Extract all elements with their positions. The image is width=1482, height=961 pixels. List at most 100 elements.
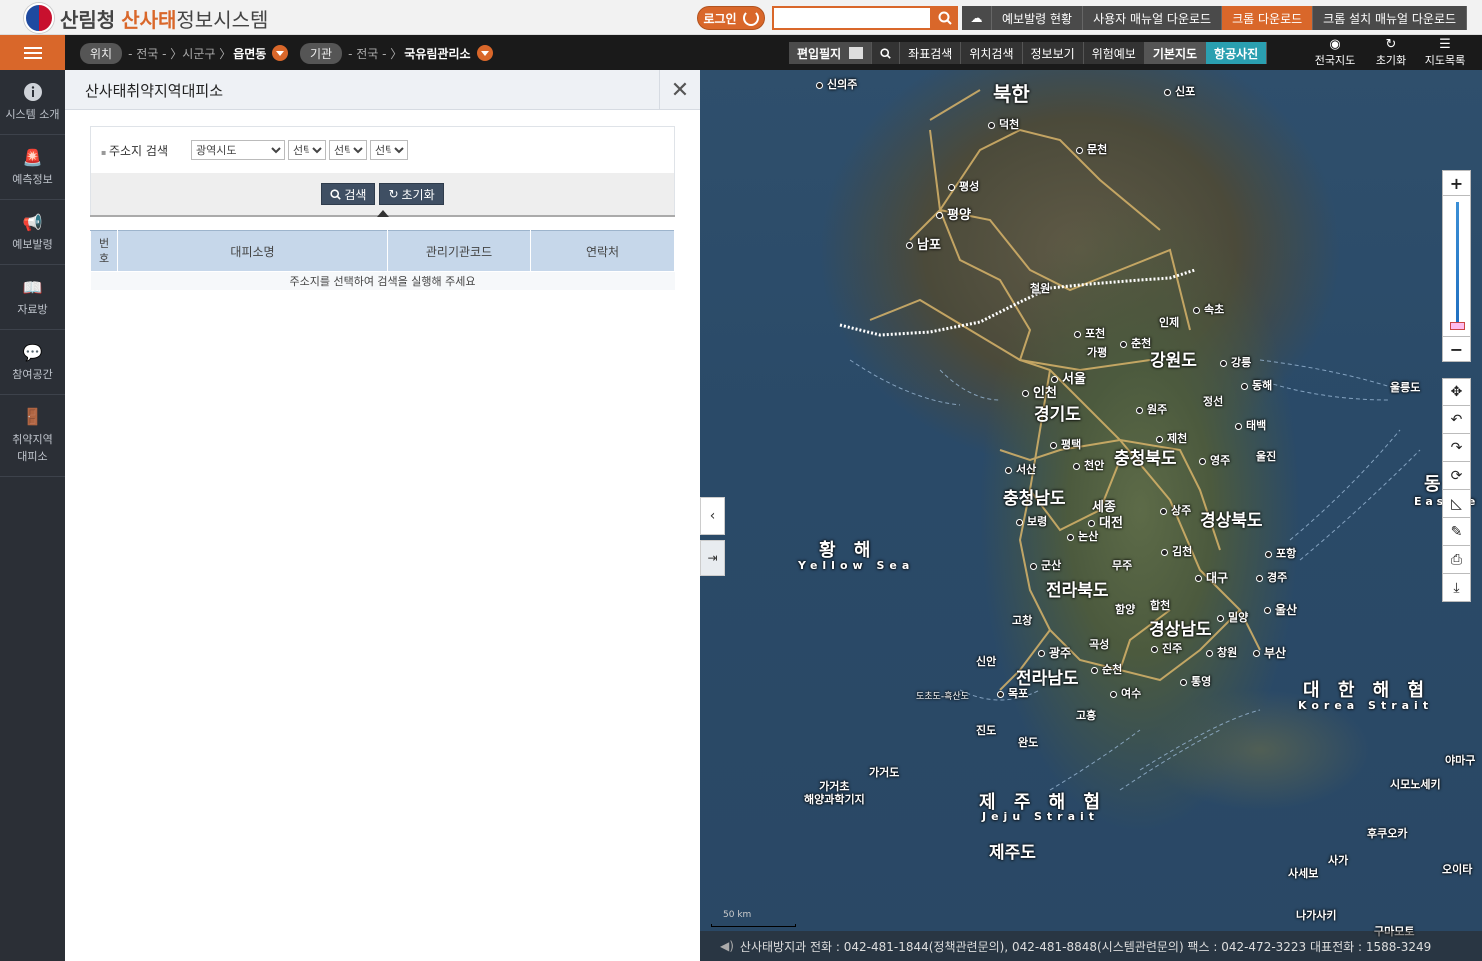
map-label: 속초 [1193, 301, 1224, 317]
sidebar-item-system-intro[interactable]: 시스템 소개 [0, 70, 65, 135]
map-label: Yellow Sea [798, 559, 915, 572]
info-view-button[interactable]: 정보보기 [1022, 42, 1084, 64]
agency-current[interactable]: 국유림관리소 [404, 45, 470, 62]
district-select[interactable]: 선택 [329, 140, 367, 160]
map-label: 통영 [1180, 673, 1211, 689]
eye-icon: ◉ [1329, 36, 1341, 52]
map-label: 포항 [1265, 545, 1296, 561]
province-select[interactable]: 광역시도 [191, 140, 285, 160]
zoom-handle[interactable] [1450, 322, 1465, 330]
col-shelter-name[interactable]: 대피소명 [117, 230, 388, 272]
tab-base-map[interactable]: 기본지도 [1144, 42, 1207, 64]
cloud-download-icon[interactable]: ☁ [962, 6, 992, 30]
aerial-map[interactable]: 신의주 북한 신포 덕천 문천 평성 평양 남포 철원 속초 인제 포천 가평 … [700, 70, 1482, 961]
map-label: 곡성 [1089, 638, 1110, 651]
menu-chrome-download[interactable]: 크롬 다운로드 [1222, 6, 1314, 30]
map-label: Korea Strait [1298, 699, 1434, 712]
map-label: 문천 [1076, 141, 1107, 157]
draw-brush-icon[interactable]: ✎ [1442, 518, 1471, 546]
speaker-icon: ◀) [720, 939, 734, 953]
zoom-out-button[interactable]: − [1442, 336, 1471, 362]
search-button[interactable] [932, 6, 958, 30]
map-label: 고흥 [1076, 709, 1097, 722]
reset-map-button[interactable]: ↻ 초기화 [1370, 35, 1412, 70]
search-buttons: 검색 ↻ 초기화 [91, 173, 674, 215]
agency-breadcrumb: 기관 - 전국 - 〉 국유림관리소 [300, 42, 493, 64]
logo[interactable]: 산림청 산사태정보시스템 [24, 3, 268, 33]
table-row: 주소지를 선택하여 검색을 실행해 주세요 [90, 271, 675, 290]
map-label: 제주도 [989, 843, 1036, 863]
magnifier-icon[interactable] [872, 42, 901, 64]
reset-button[interactable]: ↻ 초기화 [379, 183, 444, 205]
parcel-button[interactable]: 편입필지 [789, 42, 873, 64]
col-contact[interactable]: 연락처 [530, 230, 675, 272]
location-dropdown-icon[interactable] [272, 45, 289, 61]
search-input[interactable] [772, 6, 932, 30]
col-agency-code[interactable]: 관리기관코드 [387, 230, 531, 272]
close-button[interactable]: ✕ [659, 70, 700, 110]
redo-icon[interactable]: ↷ [1442, 434, 1471, 462]
col-number[interactable]: 번 호 [90, 230, 118, 272]
scale-label: 50 km [723, 910, 752, 920]
map-label: 김천 [1161, 543, 1192, 559]
address-search-label: 주소지 검색 [101, 142, 191, 159]
map-label: 충청남도 [1003, 489, 1066, 509]
location-search-button[interactable]: 위치검색 [961, 42, 1023, 64]
alarm-icon: 🚨 [22, 147, 43, 167]
scale-line [711, 924, 796, 927]
panel-collapse-button[interactable]: ‹ [700, 497, 725, 535]
location-path[interactable]: - 전국 - 〉시군구 〉 [128, 45, 231, 62]
village-select[interactable]: 선택 [370, 140, 408, 160]
sidebar-item-resources[interactable]: 📖 자료방 [0, 265, 65, 330]
download-icon[interactable]: ⤓ [1442, 574, 1471, 602]
sidebar-item-warning-issue[interactable]: 📢 예보발령 [0, 200, 65, 265]
map-label: 춘천 [1120, 335, 1151, 351]
map-label: 포천 [1074, 325, 1105, 341]
map-label: 신의주 [816, 76, 857, 92]
menu-forecast-status[interactable]: 예보발령 현황 [992, 6, 1084, 30]
location-current[interactable]: 읍면동 [233, 45, 266, 62]
map-label: 나가사키 [1296, 909, 1337, 922]
map-label: 가거도 [869, 766, 900, 779]
top-header: 산림청 산사태정보시스템 로그인 ☁ 예보발령 현황 사용자 매뉴얼 다운로드 … [0, 0, 1482, 35]
menu-chrome-install-manual[interactable]: 크롬 설치 매뉴얼 다운로드 [1313, 6, 1468, 30]
map-label: 태백 [1235, 417, 1266, 433]
refresh-icon: ↻ [1385, 36, 1397, 52]
panel-header: 산사태취약지역대피소 ✕ [65, 70, 700, 110]
risk-forecast-button[interactable]: 위험예보 [1083, 42, 1145, 64]
coordinate-search-button[interactable]: 좌표검색 [900, 42, 962, 64]
search-submit-button[interactable]: 검색 [321, 183, 376, 205]
sidebar-item-shelter[interactable]: 🚪 취약지역 대피소 [0, 395, 65, 477]
map-label: 시모노세키 [1390, 778, 1441, 791]
map-label: 울진 [1256, 450, 1277, 463]
national-map-label: 전국지도 [1314, 53, 1356, 67]
map-label: 논산 [1067, 528, 1098, 544]
measure-angle-icon[interactable]: ◺ [1442, 490, 1471, 518]
login-button[interactable]: 로그인 [697, 6, 765, 30]
city-select[interactable]: 선택 [288, 140, 326, 160]
undo-icon[interactable]: ↶ [1442, 406, 1471, 434]
map-label: 울산 [1264, 601, 1297, 618]
menu-user-manual-download[interactable]: 사용자 매뉴얼 다운로드 [1083, 6, 1223, 30]
sidebar-item-forecast-info[interactable]: 🚨 예측정보 [0, 135, 65, 200]
map-tools: ✥ ↶ ↷ ⟳ ◺ ✎ ⎙ ⤓ [1442, 378, 1471, 602]
government-emblem-icon [24, 3, 54, 33]
pan-icon[interactable]: ✥ [1442, 378, 1471, 406]
print-icon[interactable]: ⎙ [1442, 546, 1471, 574]
national-map-button[interactable]: ◉ 전국지도 [1314, 35, 1356, 70]
map-label: 목포 [997, 685, 1028, 701]
sidebar-item-participation[interactable]: 💬 참여공간 [0, 330, 65, 395]
tab-aerial-photo[interactable]: 항공사진 [1206, 42, 1268, 64]
rotate-icon[interactable]: ⟳ [1442, 462, 1471, 490]
zoom-slider[interactable] [1442, 196, 1471, 336]
zoom-in-button[interactable]: + [1442, 170, 1471, 196]
map-label: 정선 [1203, 395, 1224, 408]
agency-path[interactable]: - 전국 - 〉 [348, 45, 402, 62]
map-label: 남포 [906, 234, 941, 253]
parcel-checkbox[interactable] [849, 47, 864, 59]
map-list-button[interactable]: ☰ 지도목록 [1423, 35, 1467, 70]
panel-dock-button[interactable]: ⇥ [700, 540, 725, 576]
collapse-search-icon[interactable] [377, 210, 389, 217]
hamburger-menu-button[interactable] [0, 35, 65, 70]
agency-dropdown-icon[interactable] [476, 45, 493, 61]
